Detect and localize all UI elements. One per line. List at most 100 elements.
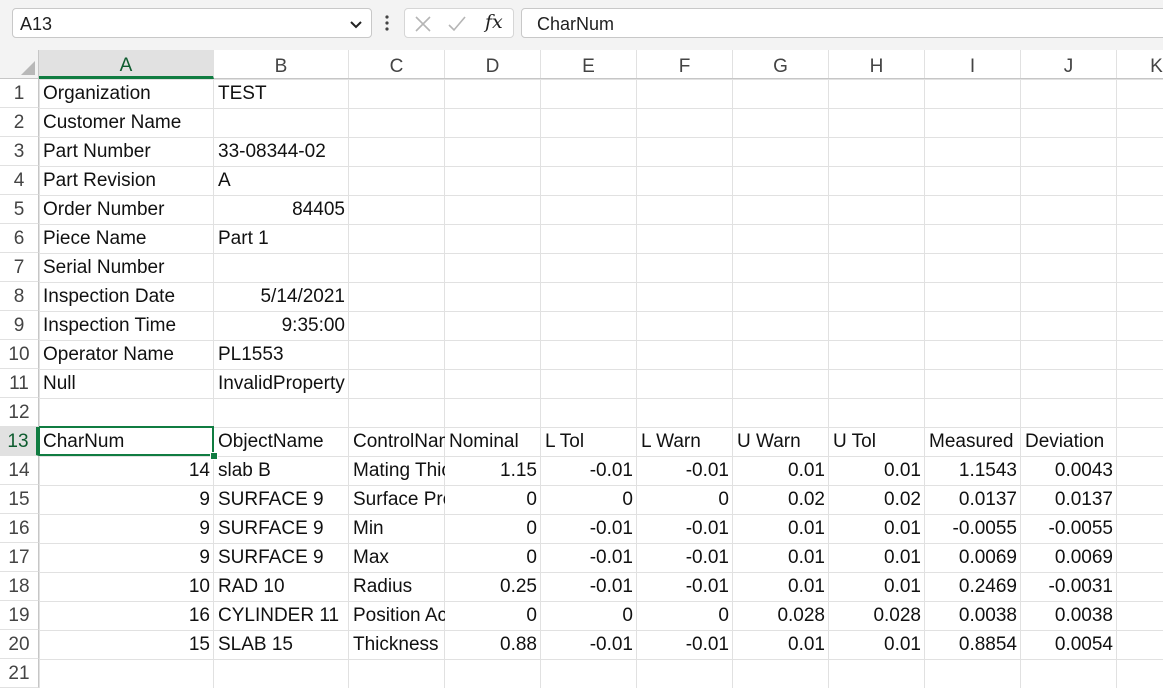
cell-d17[interactable]: 0 [445, 543, 541, 572]
row-header-7[interactable]: 7 [0, 253, 39, 282]
cell-b3[interactable]: 33-08344-02 [214, 137, 349, 166]
cell-f19[interactable]: 0 [637, 601, 733, 630]
cell-b17[interactable]: SURFACE 9 [214, 543, 349, 572]
cell-b19[interactable]: CYLINDER 11 [214, 601, 349, 630]
cell-i20[interactable]: 0.8854 [925, 630, 1021, 659]
row-header-9[interactable]: 9 [0, 311, 39, 340]
cell-f14[interactable]: -0.01 [637, 456, 733, 485]
cell-g13[interactable]: U Warn [733, 427, 829, 456]
cell-h17[interactable]: 0.01 [829, 543, 925, 572]
row-header-3[interactable]: 3 [0, 137, 39, 166]
cell-g17[interactable]: 0.01 [733, 543, 829, 572]
row-header-13[interactable]: 13 [0, 427, 39, 456]
cell-j14[interactable]: 0.0043 [1021, 456, 1117, 485]
cell-g20[interactable]: 0.01 [733, 630, 829, 659]
cell-d18[interactable]: 0.25 [445, 572, 541, 601]
cell-h14[interactable]: 0.01 [829, 456, 925, 485]
cell-e18[interactable]: -0.01 [541, 572, 637, 601]
cell-j20[interactable]: 0.0054 [1021, 630, 1117, 659]
cell-a3[interactable]: Part Number [39, 137, 214, 166]
column-header-k[interactable]: K [1117, 50, 1163, 78]
cell-a16[interactable]: 9 [39, 514, 214, 543]
cell-i13[interactable]: Measured [925, 427, 1021, 456]
column-header-c[interactable]: C [349, 50, 445, 78]
cell-c15[interactable]: Surface Profile [349, 485, 445, 514]
cell-h19[interactable]: 0.028 [829, 601, 925, 630]
cell-h16[interactable]: 0.01 [829, 514, 925, 543]
cell-g19[interactable]: 0.028 [733, 601, 829, 630]
cell-c18[interactable]: Radius [349, 572, 445, 601]
cell-i19[interactable]: 0.0038 [925, 601, 1021, 630]
cell-a2[interactable]: Customer Name [39, 108, 214, 137]
column-header-f[interactable]: F [637, 50, 733, 78]
cell-c14[interactable]: Mating Thickness [349, 456, 445, 485]
row-header-1[interactable]: 1 [0, 79, 39, 108]
cell-j16[interactable]: -0.0055 [1021, 514, 1117, 543]
row-header-15[interactable]: 15 [0, 485, 39, 514]
cell-b9[interactable]: 9:35:00 [214, 311, 349, 340]
cell-a15[interactable]: 9 [39, 485, 214, 514]
cell-f13[interactable]: L Warn [637, 427, 733, 456]
cell-e15[interactable]: 0 [541, 485, 637, 514]
cell-b6[interactable]: Part 1 [214, 224, 349, 253]
row-header-16[interactable]: 16 [0, 514, 39, 543]
insert-function-icon[interactable]: fx [485, 11, 503, 33]
cell-a6[interactable]: Piece Name [39, 224, 214, 253]
cell-a10[interactable]: Operator Name [39, 340, 214, 369]
cell-c13[interactable]: ControlName [349, 427, 445, 456]
cell-a4[interactable]: Part Revision [39, 166, 214, 195]
cell-h18[interactable]: 0.01 [829, 572, 925, 601]
row-header-19[interactable]: 19 [0, 601, 39, 630]
cell-a7[interactable]: Serial Number [39, 253, 214, 282]
chevron-down-icon[interactable] [347, 15, 365, 33]
cell-a19[interactable]: 16 [39, 601, 214, 630]
cell-a13[interactable]: CharNum [39, 427, 214, 456]
cell-e17[interactable]: -0.01 [541, 543, 637, 572]
cell-e16[interactable]: -0.01 [541, 514, 637, 543]
cell-a18[interactable]: 10 [39, 572, 214, 601]
cell-b4[interactable]: A [214, 166, 349, 195]
row-header-12[interactable]: 12 [0, 398, 39, 427]
cell-f17[interactable]: -0.01 [637, 543, 733, 572]
row-header-21[interactable]: 21 [0, 659, 39, 688]
cell-b10[interactable]: PL1553 [214, 340, 349, 369]
column-header-b[interactable]: B [214, 50, 349, 78]
cell-i15[interactable]: 0.0137 [925, 485, 1021, 514]
row-header-10[interactable]: 10 [0, 340, 39, 369]
cell-a20[interactable]: 15 [39, 630, 214, 659]
row-header-11[interactable]: 11 [0, 369, 39, 398]
row-header-18[interactable]: 18 [0, 572, 39, 601]
row-header-2[interactable]: 2 [0, 108, 39, 137]
cancel-icon[interactable] [413, 14, 433, 34]
cell-d14[interactable]: 1.15 [445, 456, 541, 485]
cell-j18[interactable]: -0.0031 [1021, 572, 1117, 601]
cell-e13[interactable]: L Tol [541, 427, 637, 456]
cell-j15[interactable]: 0.0137 [1021, 485, 1117, 514]
cell-c20[interactable]: Thickness [349, 630, 445, 659]
cell-a17[interactable]: 9 [39, 543, 214, 572]
cell-e20[interactable]: -0.01 [541, 630, 637, 659]
row-header-5[interactable]: 5 [0, 195, 39, 224]
cell-i18[interactable]: 0.2469 [925, 572, 1021, 601]
cell-d13[interactable]: Nominal [445, 427, 541, 456]
cell-j17[interactable]: 0.0069 [1021, 543, 1117, 572]
row-header-4[interactable]: 4 [0, 166, 39, 195]
cell-d15[interactable]: 0 [445, 485, 541, 514]
column-header-i[interactable]: I [925, 50, 1021, 78]
column-header-a[interactable]: A [39, 50, 214, 79]
cell-g14[interactable]: 0.01 [733, 456, 829, 485]
cell-f15[interactable]: 0 [637, 485, 733, 514]
row-header-6[interactable]: 6 [0, 224, 39, 253]
cell-f20[interactable]: -0.01 [637, 630, 733, 659]
cell-e19[interactable]: 0 [541, 601, 637, 630]
column-header-h[interactable]: H [829, 50, 925, 78]
cell-g18[interactable]: 0.01 [733, 572, 829, 601]
cell-a5[interactable]: Order Number [39, 195, 214, 224]
cell-g16[interactable]: 0.01 [733, 514, 829, 543]
cell-area[interactable]: Organization TEST Customer Name Part Number… [39, 79, 1163, 688]
column-header-g[interactable]: G [733, 50, 829, 78]
row-header-14[interactable]: 14 [0, 456, 39, 485]
row-header-17[interactable]: 17 [0, 543, 39, 572]
cell-b11[interactable]: InvalidProperty [214, 369, 349, 398]
cell-d19[interactable]: 0 [445, 601, 541, 630]
